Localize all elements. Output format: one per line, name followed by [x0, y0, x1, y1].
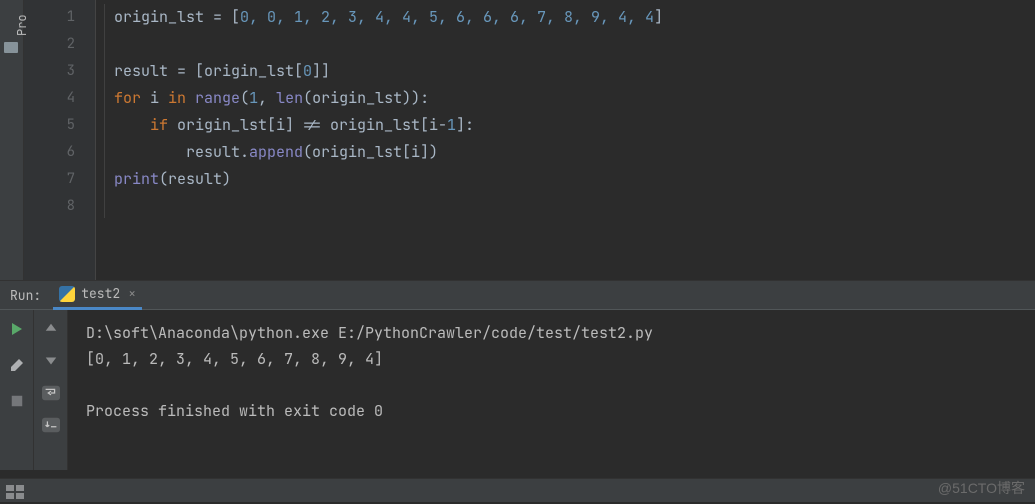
- output-line: [0, 1, 2, 3, 4, 5, 6, 7, 8, 9, 4]: [86, 346, 1035, 372]
- paren: (: [240, 88, 249, 108]
- output-line: [86, 372, 1035, 398]
- bottom-tool-bar: [0, 478, 1035, 502]
- folder-icon[interactable]: [4, 42, 18, 53]
- run-tab[interactable]: test2 ×: [53, 280, 142, 310]
- builtin: len: [276, 88, 303, 108]
- number: 1: [447, 115, 456, 135]
- line-number[interactable]: 3: [24, 58, 95, 85]
- comma: ,: [258, 88, 276, 108]
- code-line[interactable]: origin_lst = [0, 0, 1, 2, 3, 4, 4, 5, 6,…: [114, 4, 1035, 31]
- run-label: Run:: [10, 287, 41, 304]
- bracket: ]: [654, 7, 663, 27]
- operator: = [origin_lst[: [177, 61, 303, 81]
- code-line[interactable]: print(result): [114, 166, 1035, 193]
- run-tab-label: test2: [81, 285, 120, 302]
- code-line[interactable]: for i in range(1, len(origin_lst)):: [114, 85, 1035, 112]
- console-output[interactable]: D:\soft\Anaconda\python.exe E:/PythonCra…: [68, 310, 1035, 470]
- scroll-to-end-icon[interactable]: [42, 416, 60, 434]
- line-number[interactable]: 7: [24, 166, 95, 193]
- code: (result): [159, 169, 231, 189]
- layout-switcher-icon[interactable]: [6, 484, 24, 498]
- stop-icon[interactable]: [8, 392, 26, 410]
- number-list: 0, 0, 1, 2, 3, 4, 4, 5, 6, 6, 6, 7, 8, 9…: [240, 7, 654, 27]
- run-toolbar-secondary: [34, 310, 68, 470]
- keyword: for: [114, 88, 150, 108]
- code: (origin_lst[i]): [303, 142, 438, 162]
- code-editor[interactable]: origin_lst = [0, 0, 1, 2, 3, 4, 4, 5, 6,…: [96, 0, 1035, 280]
- code-line[interactable]: result = [origin_lst[0]]: [114, 58, 1035, 85]
- python-icon: [59, 286, 75, 302]
- editor-pane: Pro 1 2 3 4 5 6 7 8 origin_lst = [0, 0, …: [0, 0, 1035, 280]
- method: append: [249, 142, 303, 162]
- identifier: result: [114, 61, 177, 81]
- expression: origin_lst[i] != origin_lst[i-: [177, 115, 447, 135]
- line-number[interactable]: 8: [24, 193, 95, 220]
- number: 0: [303, 61, 312, 81]
- number: 1: [249, 88, 258, 108]
- line-number[interactable]: 5: [24, 112, 95, 139]
- identifier: origin_lst: [114, 7, 213, 27]
- keyword: in: [168, 88, 195, 108]
- line-number[interactable]: 2: [24, 31, 95, 58]
- code-line[interactable]: [114, 193, 1035, 220]
- indent-guide: [104, 4, 105, 218]
- up-arrow-icon[interactable]: [42, 320, 60, 338]
- close-icon[interactable]: ×: [128, 285, 136, 302]
- run-tool-header: Run: test2 ×: [0, 280, 1035, 310]
- run-panel: D:\soft\Anaconda\python.exe E:/PythonCra…: [0, 310, 1035, 470]
- output-line: Process finished with exit code 0: [86, 398, 1035, 424]
- down-arrow-icon[interactable]: [42, 352, 60, 370]
- line-number[interactable]: 4: [24, 85, 95, 112]
- builtin: range: [195, 88, 240, 108]
- soft-wrap-icon[interactable]: [42, 384, 60, 402]
- output-line: D:\soft\Anaconda\python.exe E:/PythonCra…: [86, 320, 1035, 346]
- edit-config-icon[interactable]: [8, 356, 26, 374]
- code-line[interactable]: if origin_lst[i] != origin_lst[i-1]:: [114, 112, 1035, 139]
- gutter: 1 2 3 4 5 6 7 8: [24, 0, 96, 280]
- code-line[interactable]: [114, 31, 1035, 58]
- keyword: if: [114, 115, 177, 135]
- rerun-icon[interactable]: [8, 320, 26, 338]
- code: (origin_lst)):: [303, 88, 429, 108]
- run-toolbar-primary: [0, 310, 34, 470]
- operator: = [: [213, 7, 240, 27]
- identifier: result.: [114, 142, 249, 162]
- line-number[interactable]: 1: [24, 4, 95, 31]
- identifier: i: [150, 88, 168, 108]
- watermark: @51CTO博客: [938, 478, 1025, 498]
- builtin: print: [114, 169, 159, 189]
- bracket: ]]: [312, 61, 330, 81]
- code-line[interactable]: result.append(origin_lst[i]): [114, 139, 1035, 166]
- line-number[interactable]: 6: [24, 139, 95, 166]
- bracket: ]:: [456, 115, 474, 135]
- left-tool-window-bar[interactable]: Pro: [0, 0, 24, 280]
